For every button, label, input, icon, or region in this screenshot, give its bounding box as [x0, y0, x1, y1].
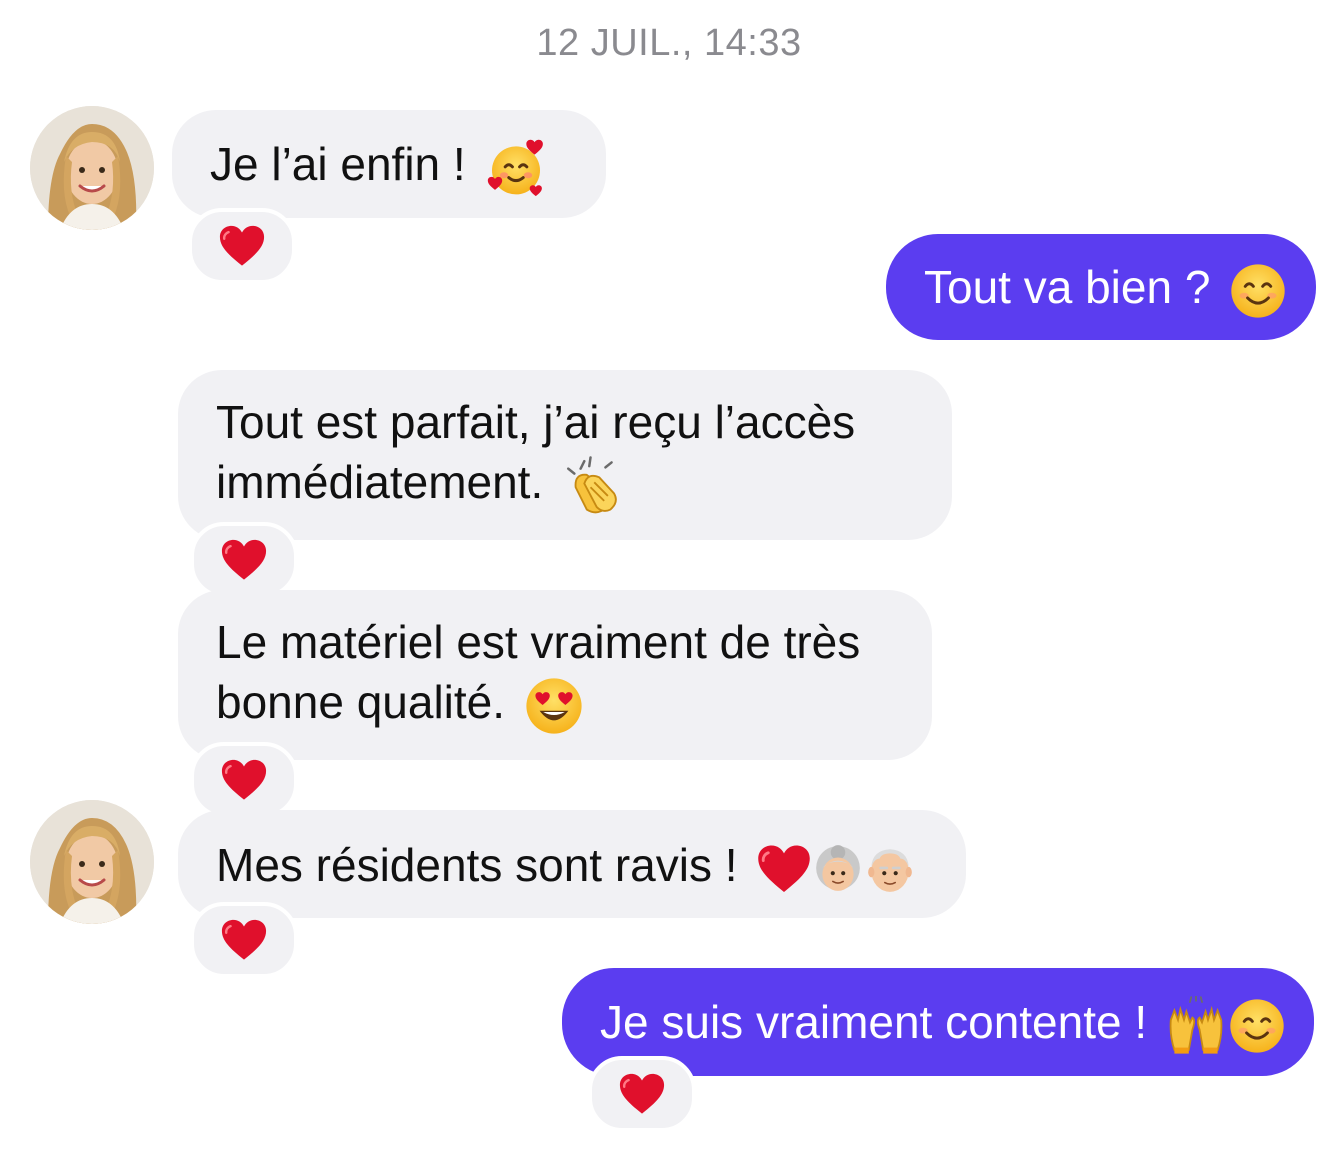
heart-reaction-icon [220, 758, 268, 802]
smiling-face-icon [1228, 997, 1286, 1055]
clapping-hands-icon [562, 455, 624, 517]
heart-reaction-icon [618, 1072, 666, 1116]
heart-eyes-icon [524, 676, 584, 736]
message-bubble-incoming[interactable]: Le matériel est vraiment de très bonne q… [178, 590, 932, 760]
heart-reaction-icon [220, 918, 268, 962]
message-bubble-incoming[interactable]: Tout est parfait, j’ai reçu l’accès immé… [178, 370, 952, 540]
message-text: Je l’ai enfin ! [210, 138, 466, 190]
message-text-line-2: bonne qualité. [216, 676, 506, 728]
message-bubble-incoming[interactable]: Je l’ai enfin ! [172, 110, 606, 218]
heart-reaction-badge[interactable] [190, 522, 298, 598]
heart-reaction-icon [220, 538, 268, 582]
smiling-face-icon [1229, 262, 1287, 320]
message-text-line-2: immédiatement. [216, 456, 544, 508]
old-man-icon [864, 843, 916, 895]
heart-reaction-badge[interactable] [588, 1056, 696, 1132]
message-text: Tout va bien ? [924, 261, 1211, 313]
heart-reaction-badge[interactable] [190, 902, 298, 978]
raising-hands-icon [1166, 996, 1226, 1056]
smiling-face-with-hearts-icon [484, 138, 548, 198]
message-text-line-1: Tout est parfait, j’ai reçu l’accès [216, 396, 856, 448]
heart-reaction-badge[interactable] [190, 742, 298, 818]
contact-avatar[interactable] [30, 800, 154, 924]
heart-reaction-icon [218, 224, 266, 268]
message-bubble-outgoing[interactable]: Tout va bien ? [886, 234, 1316, 340]
message-bubble-incoming[interactable]: Mes résidents sont ravis ! [178, 810, 966, 918]
message-text: Mes résidents sont ravis ! [216, 839, 738, 891]
contact-avatar[interactable] [30, 106, 154, 230]
red-heart-icon [756, 843, 812, 895]
message-text: Je suis vraiment contente ! [600, 996, 1148, 1048]
message-text-line-1: Le matériel est vraiment de très [216, 616, 861, 668]
chat-timestamp: 12 JUIL., 14:33 [536, 22, 802, 64]
heart-reaction-badge[interactable] [188, 208, 296, 284]
old-woman-icon [812, 843, 864, 895]
